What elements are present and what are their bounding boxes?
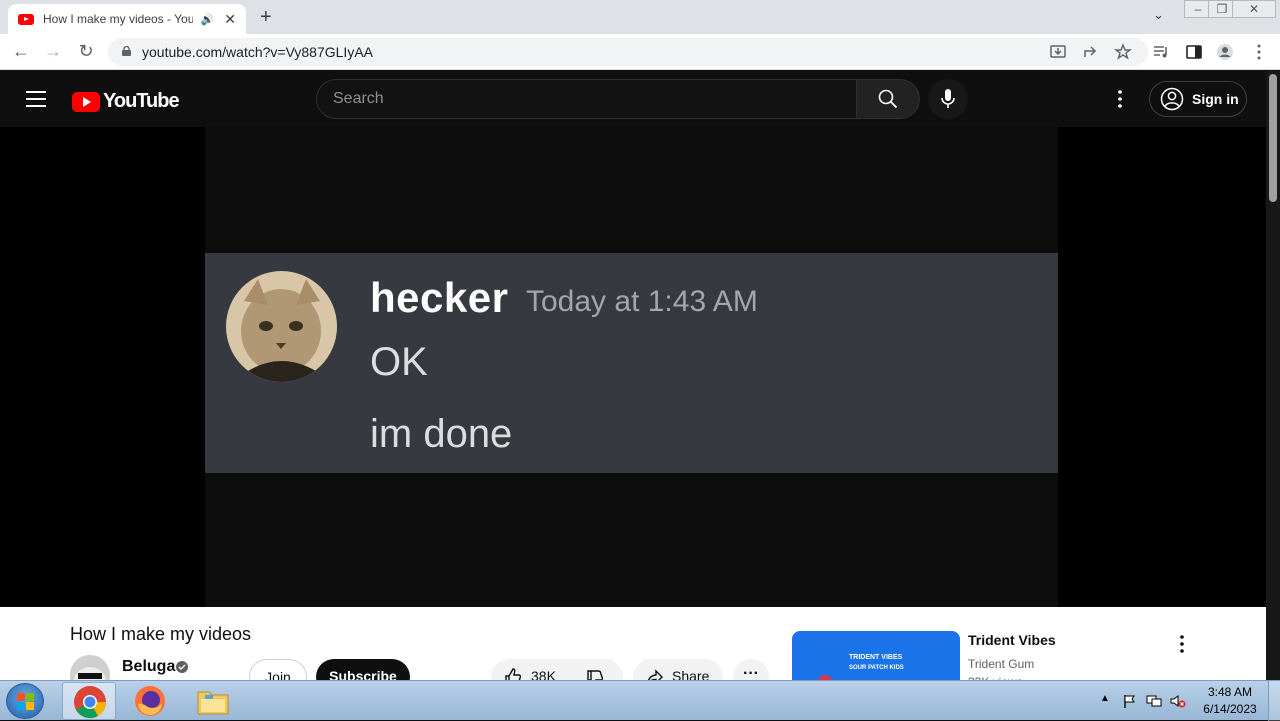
youtube-logo[interactable]: YouTube xyxy=(72,90,180,113)
address-bar[interactable]: youtube.com/watch?v=Vy887GLIyAA xyxy=(108,38,1148,66)
page-scrollbar[interactable] xyxy=(1266,71,1280,680)
message-line-2: im done xyxy=(370,412,513,456)
show-desktop-button[interactable] xyxy=(1268,681,1280,721)
clock-time[interactable]: 3:48 AM xyxy=(1200,685,1260,699)
browser-toolbar: ← → ↻ youtube.com/watch?v=Vy887GLIyAA xyxy=(0,34,1280,70)
ad-menu-icon[interactable] xyxy=(1172,634,1192,654)
install-app-icon[interactable] xyxy=(1049,43,1067,61)
url-text: youtube.com/watch?v=Vy887GLIyAA xyxy=(142,44,373,60)
video-title: How I make my videos xyxy=(70,624,252,644)
cat-avatar xyxy=(226,271,337,382)
action-center-flag-icon[interactable] xyxy=(1122,693,1138,709)
video-info-section: How I make my videos Beluga Join Subscri… xyxy=(0,607,1266,695)
forward-arrow-icon[interactable]: → xyxy=(42,41,64,62)
start-button[interactable] xyxy=(6,683,44,719)
chrome-icon xyxy=(74,686,107,719)
settings-more-icon[interactable] xyxy=(1110,89,1130,109)
browser-tab-strip: How I make my videos - YouTube 🔊 ✕ + ⌄ –… xyxy=(0,0,1280,34)
taskbar-firefox[interactable] xyxy=(124,682,178,720)
channel-name[interactable]: Beluga xyxy=(122,658,175,676)
share-page-icon[interactable] xyxy=(1082,43,1100,61)
audio-playing-icon[interactable]: 🔊 xyxy=(201,13,215,26)
windows-taskbar: ▲ 3:48 AM 6/14/2023 xyxy=(0,680,1280,721)
network-icon[interactable] xyxy=(1146,693,1162,709)
ad-thumb-text-1: TRIDENT VIBES xyxy=(849,654,903,661)
side-panel-icon[interactable] xyxy=(1185,43,1203,61)
tab-title: How I make my videos - YouTube xyxy=(43,12,193,26)
tab-close-icon[interactable]: ✕ xyxy=(224,11,236,28)
firefox-icon xyxy=(135,686,165,716)
bookmark-star-icon[interactable] xyxy=(1114,43,1132,61)
folder-icon xyxy=(197,691,229,715)
logo-wordmark: YouTube xyxy=(103,90,180,112)
back-arrow-icon[interactable]: ← xyxy=(10,41,32,62)
lock-icon xyxy=(122,46,131,56)
media-controls-icon[interactable] xyxy=(1152,43,1170,61)
scrollbar-thumb[interactable] xyxy=(1269,74,1277,202)
message-line-1: OK xyxy=(370,340,428,384)
sign-in-label: Sign in xyxy=(1192,91,1239,107)
taskbar-chrome[interactable] xyxy=(62,682,116,720)
browser-tab[interactable]: How I make my videos - YouTube 🔊 ✕ xyxy=(8,4,246,34)
youtube-header: YouTube Sign in xyxy=(0,71,1266,127)
browser-menu-icon[interactable] xyxy=(1250,43,1268,61)
taskbar-file-explorer[interactable] xyxy=(186,682,240,720)
sign-in-button[interactable]: Sign in xyxy=(1149,81,1247,117)
verified-badge-icon xyxy=(176,661,188,673)
close-window-button[interactable]: ✕ xyxy=(1232,0,1276,18)
youtube-play-icon xyxy=(72,91,100,112)
hamburger-menu-icon[interactable] xyxy=(26,91,46,107)
search-button[interactable] xyxy=(856,79,920,119)
search-icon xyxy=(878,89,898,109)
ad-title[interactable]: Trident Vibes xyxy=(968,632,1056,648)
ad-advertiser: Trident Gum xyxy=(968,657,1035,671)
microphone-icon xyxy=(941,89,955,108)
youtube-favicon-icon xyxy=(18,13,34,25)
ad-thumb-text-2: SOUR PATCH KIDS xyxy=(849,665,904,671)
message-username: hecker xyxy=(370,274,509,321)
clock-date[interactable]: 6/14/2023 xyxy=(1200,702,1260,716)
search-input[interactable] xyxy=(333,90,833,108)
search-box xyxy=(316,79,857,119)
profile-icon[interactable] xyxy=(1216,43,1234,61)
reload-icon[interactable]: ↻ xyxy=(75,41,97,62)
account-icon xyxy=(1160,87,1184,111)
message-timestamp: Today at 1:43 AM xyxy=(526,285,758,318)
voice-search-button[interactable] xyxy=(928,79,968,119)
tab-search-chevron-icon[interactable]: ⌄ xyxy=(1153,7,1164,23)
volume-muted-icon[interactable] xyxy=(1170,693,1186,709)
windows-logo-icon xyxy=(17,693,34,710)
new-tab-button[interactable]: + xyxy=(260,6,272,29)
show-hidden-icons[interactable]: ▲ xyxy=(1100,693,1116,709)
